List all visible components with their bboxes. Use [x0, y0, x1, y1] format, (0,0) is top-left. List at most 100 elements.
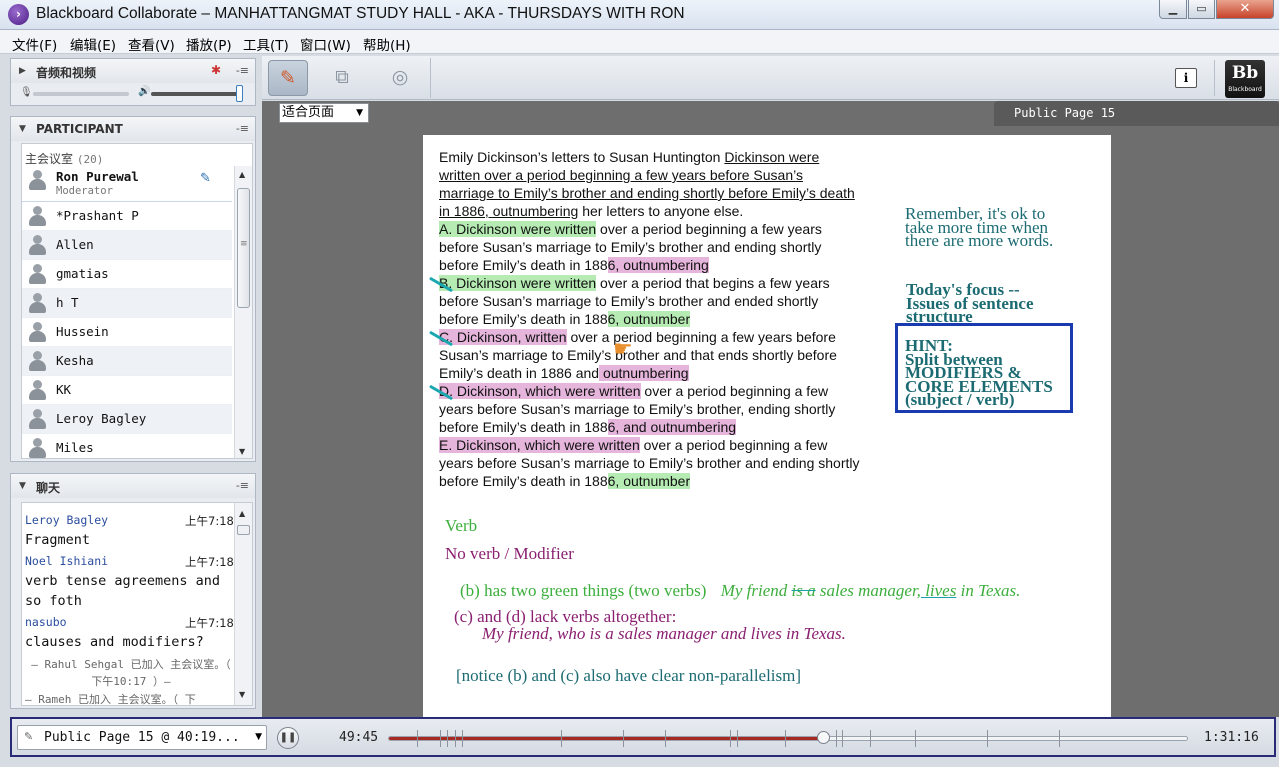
timeline-marker: [447, 730, 448, 747]
participant-row[interactable]: Ron Purewal Moderator ✎: [22, 166, 232, 202]
participant-role: Moderator: [56, 185, 113, 197]
b-example-strike: is a: [791, 581, 816, 600]
chat-text: clauses and modifiers?: [25, 634, 204, 650]
scroll-up-icon[interactable]: ▲: [239, 170, 245, 179]
chat-time: 上午7:18: [185, 555, 234, 569]
bb-logo-subtext: Blackboard: [1228, 86, 1262, 93]
choice-b-highlight: B. Dickinson were written: [439, 275, 597, 291]
pause-button[interactable]: ❚❚: [277, 727, 299, 749]
participant-row[interactable]: Allen: [22, 231, 232, 260]
choice-b-text: before Emily’s death in 188: [439, 311, 608, 327]
zoom-select[interactable]: 适合页面 ▼: [279, 103, 369, 123]
scroll-thumb[interactable]: [237, 188, 250, 308]
choice-c-text: Emily’s death in 1886 and: [439, 365, 600, 381]
participant-row[interactable]: gmatias: [22, 260, 232, 289]
chat-header[interactable]: ▼ 聊天 -≡: [11, 474, 255, 498]
choice-e-highlight: 6, outnumber: [607, 473, 691, 489]
choice-a-text: over a period beginning a few years: [596, 221, 822, 237]
audio-settings-icon[interactable]: ✱: [211, 63, 221, 77]
app-share-button[interactable]: ⧉: [322, 60, 362, 96]
scroll-up-icon[interactable]: ▲: [239, 509, 245, 518]
timeline-marker: [836, 730, 837, 747]
choice-d-text: before Emily’s death in 188: [439, 419, 608, 435]
close-button[interactable]: ✕: [1216, 0, 1274, 19]
chat-scrollbar[interactable]: ▲ ▼: [234, 503, 252, 705]
speaker-volume-knob[interactable]: [236, 85, 243, 102]
scroll-thumb[interactable]: [237, 525, 250, 535]
participant-row[interactable]: Hussein: [22, 318, 232, 347]
choice-d-text: over a period beginning a few: [640, 383, 829, 399]
menu-tools[interactable]: 工具(T): [243, 34, 289, 54]
info-button[interactable]: i: [1175, 68, 1197, 88]
whiteboard-page[interactable]: Emily Dickinson’s letters to Susan Hunti…: [423, 135, 1111, 717]
menu-help[interactable]: 帮助(H): [363, 34, 411, 54]
whiteboard-button[interactable]: ✎: [268, 60, 308, 96]
user-avatar-icon: [28, 409, 46, 429]
participant-row[interactable]: h T: [22, 289, 232, 318]
panel-menu-icon[interactable]: -≡: [236, 64, 249, 77]
participant-scrollbar[interactable]: ▲ ▼: [234, 166, 252, 458]
bb-logo-text: Bb: [1231, 63, 1259, 83]
collapse-down-icon[interactable]: ▼: [19, 124, 26, 134]
blackboard-logo-icon: ›: [8, 4, 29, 25]
maximize-button[interactable]: ▭: [1188, 0, 1215, 19]
collapse-down-icon[interactable]: ▼: [19, 481, 26, 491]
b-explanation: (b) has two green things (two verbs) My …: [460, 581, 1020, 601]
menu-window[interactable]: 窗口(W): [300, 34, 351, 54]
participant-name: KK: [56, 382, 72, 397]
timeline-marker: [915, 730, 916, 747]
minimize-button[interactable]: ▁: [1159, 0, 1187, 19]
question-underlined: written over a period beginning a few ye…: [439, 167, 803, 183]
speaker-icon: 🔊: [138, 86, 151, 97]
participant-row[interactable]: KK: [22, 376, 232, 405]
participant-row[interactable]: Leroy Bagley: [22, 405, 232, 434]
participant-name: Leroy Bagley: [56, 411, 147, 426]
microphone-icon: 🎙: [20, 87, 33, 98]
panel-menu-icon[interactable]: -≡: [236, 479, 249, 492]
audio-video-header[interactable]: ▶ 音频和视频 ✱ -≡: [11, 59, 255, 83]
question-underlined: in 1886, outnumbering: [439, 203, 579, 219]
participant-list: 主会议室 (20) Ron Purewal Moderator ✎ *Prash…: [21, 143, 253, 459]
b-example: in Texas.: [956, 581, 1021, 600]
timeline-knob[interactable]: [816, 731, 830, 744]
scroll-down-icon[interactable]: ▼: [239, 447, 245, 456]
playback-timeline[interactable]: [388, 730, 1188, 747]
timeline-marker: [785, 730, 786, 747]
room-count: (20): [76, 153, 104, 166]
menu-edit[interactable]: 编辑(E): [70, 34, 116, 54]
choice-a-highlight: 6, outnumbering: [607, 257, 709, 273]
chat-sender: nasubo: [25, 615, 67, 629]
scroll-down-icon[interactable]: ▼: [239, 690, 245, 699]
system-message: – Rahul Sehgal 已加入 主会议室。（ 下午10:17 ）–: [31, 658, 231, 688]
collapse-right-icon[interactable]: ▶: [19, 66, 26, 76]
participants-header[interactable]: ▼ PARTICIPANT -≡: [11, 117, 255, 141]
room-label: 主会议室 (20): [25, 150, 103, 167]
menu-playback[interactable]: 播放(P): [186, 34, 232, 54]
participant-row[interactable]: *Prashant P: [22, 202, 232, 231]
timeline-marker: [842, 730, 843, 747]
participant-row[interactable]: Miles: [22, 434, 232, 458]
playback-bar: ✎ Public Page 15 @ 40:19... ▼ ❚❚ 49:45 1…: [10, 717, 1276, 757]
total-time: 1:31:16: [1204, 730, 1259, 745]
page-dropdown[interactable]: ✎ Public Page 15 @ 40:19... ▼: [17, 725, 267, 750]
user-avatar-icon: [28, 351, 46, 371]
choice-a-text: before Susan’s marriage to Emily’s broth…: [439, 239, 822, 255]
participant-row[interactable]: Kesha: [22, 347, 232, 376]
hint-note: HINT: Split between MODIFIERS & CORE ELE…: [905, 337, 1105, 409]
choice-a-text: before Emily’s death in 188: [439, 257, 608, 273]
timeline-marker: [417, 730, 418, 747]
note-line: (subject / verb): [905, 390, 1015, 409]
menu-file[interactable]: 文件(F): [12, 34, 57, 54]
timeline-marker: [623, 730, 624, 747]
chevron-down-icon: ▼: [255, 732, 262, 742]
panel-menu-icon[interactable]: -≡: [236, 122, 249, 135]
participant-name: h T: [56, 295, 79, 310]
web-tour-button[interactable]: ◎: [380, 60, 420, 96]
focus-note: Today's focus -- Issues of sentence stru…: [906, 281, 1106, 324]
participant-name: gmatias: [56, 266, 109, 281]
b-example: My friend: [720, 581, 792, 600]
app-share-icon: ⧉: [335, 66, 349, 88]
menu-view[interactable]: 查看(V): [128, 34, 175, 54]
speaker-volume-slider[interactable]: [151, 92, 241, 96]
mic-volume-slider[interactable]: [33, 92, 129, 96]
